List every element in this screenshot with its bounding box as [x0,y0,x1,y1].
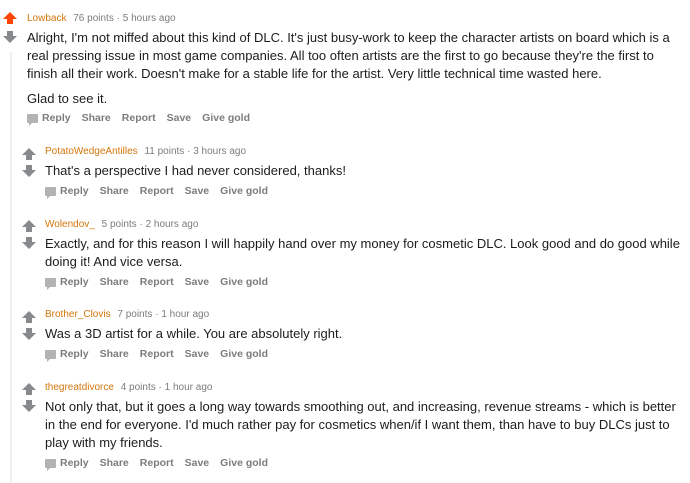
reply-button[interactable]: Reply [45,185,89,199]
down-arrow-icon[interactable] [21,164,37,178]
timestamp: 2 hours ago [145,219,199,230]
chat-bubble-icon [45,349,56,362]
share-button[interactable]: Share [82,112,111,124]
timestamp: 3 hours ago [193,146,247,157]
up-arrow-icon[interactable] [2,11,18,25]
down-arrow-icon[interactable] [21,399,37,413]
points: 5 points [101,219,137,230]
share-button[interactable]: Share [100,185,129,197]
comment-meta: thegreatdivorce 4 points · 1 hour ago [45,382,212,393]
timestamp: 1 hour ago [161,309,210,320]
report-button[interactable]: Report [140,276,174,288]
down-arrow-icon[interactable] [2,30,18,44]
chat-bubble-icon [45,186,56,199]
reply-button[interactable]: Reply [45,276,89,290]
comment-paragraph: That's a perspective I had never conside… [45,163,346,178]
up-arrow-icon[interactable] [21,219,37,233]
report-button[interactable]: Report [140,348,174,360]
save-button[interactable]: Save [185,276,210,288]
up-arrow-icon[interactable] [21,310,37,324]
meta-separator: · [187,146,191,157]
comment-paragraph: Not only that, but it goes a long way to… [45,399,676,450]
reply-button[interactable]: Reply [27,112,71,126]
points: 11 points [144,146,185,157]
give-gold-button[interactable]: Give gold [220,348,268,360]
timestamp: 1 hour ago [164,382,213,393]
comment-thread: Lowback 76 points · 5 hours ago Alright,… [0,0,690,483]
give-gold-button[interactable]: Give gold [220,457,268,469]
down-arrow-icon[interactable] [21,327,37,341]
comment-body: That's a perspective I had never conside… [45,162,685,180]
reply-label: Reply [42,112,71,124]
reply-label: Reply [60,457,89,469]
share-button[interactable]: Share [100,348,129,360]
author-link[interactable]: thegreatdivorce [45,382,114,393]
report-button[interactable]: Report [140,457,174,469]
reply-button[interactable]: Reply [45,348,89,362]
save-button[interactable]: Save [185,348,210,360]
comment-meta: PotatoWedgeAntilles 11 points · 3 hours … [45,146,246,157]
give-gold-button[interactable]: Give gold [220,276,268,288]
give-gold-button[interactable]: Give gold [202,112,250,124]
meta-separator: · [155,309,159,320]
report-button[interactable]: Report [122,112,156,124]
thread-line[interactable] [10,52,12,482]
reply-button[interactable]: Reply [45,457,89,471]
reply-label: Reply [60,185,89,197]
report-button[interactable]: Report [140,185,174,197]
comment-body: Alright, I'm not miffed about this kind … [27,29,687,108]
comment-actions: Reply Share Report Save Give gold [45,457,279,471]
points: 7 points [117,309,153,320]
comment-actions: Reply Share Report Save Give gold [45,276,279,290]
comment-meta: Brother_Clovis 7 points · 1 hour ago [45,309,209,320]
up-arrow-icon[interactable] [21,147,37,161]
comment-actions: Reply Share Report Save Give gold [45,185,279,199]
meta-separator: · [116,13,120,24]
comment-paragraph: Glad to see it. [27,91,108,106]
save-button[interactable]: Save [185,457,210,469]
comment-meta: Wolendov_ 5 points · 2 hours ago [45,219,198,230]
comment-paragraph: Exactly, and for this reason I will happ… [45,236,680,269]
down-arrow-icon[interactable] [21,236,37,250]
comment-body: Exactly, and for this reason I will happ… [45,235,685,271]
reply-label: Reply [60,276,89,288]
comment-meta: Lowback 76 points · 5 hours ago [27,13,176,24]
author-link[interactable]: PotatoWedgeAntilles [45,146,138,157]
reply-label: Reply [60,348,89,360]
meta-separator: · [139,219,143,230]
chat-bubble-icon [45,277,56,290]
save-button[interactable]: Save [167,112,192,124]
meta-separator: · [158,382,162,393]
give-gold-button[interactable]: Give gold [220,185,268,197]
save-button[interactable]: Save [185,185,210,197]
author-link[interactable]: Lowback [27,13,66,24]
share-button[interactable]: Share [100,276,129,288]
share-button[interactable]: Share [100,457,129,469]
chat-bubble-icon [45,458,56,471]
timestamp: 5 hours ago [122,13,176,24]
author-link[interactable]: Wolendov_ [45,219,95,230]
comment-actions: Reply Share Report Save Give gold [27,112,261,126]
comment-paragraph: Alright, I'm not miffed about this kind … [27,30,670,81]
author-link[interactable]: Brother_Clovis [45,309,111,320]
comment-paragraph: Was a 3D artist for a while. You are abs… [45,326,343,341]
comment-body: Was a 3D artist for a while. You are abs… [45,325,685,343]
comment-actions: Reply Share Report Save Give gold [45,348,279,362]
points: 76 points [73,13,114,24]
comment-body: Not only that, but it goes a long way to… [45,398,685,452]
points: 4 points [120,382,156,393]
up-arrow-icon[interactable] [21,382,37,396]
chat-bubble-icon [27,113,38,126]
